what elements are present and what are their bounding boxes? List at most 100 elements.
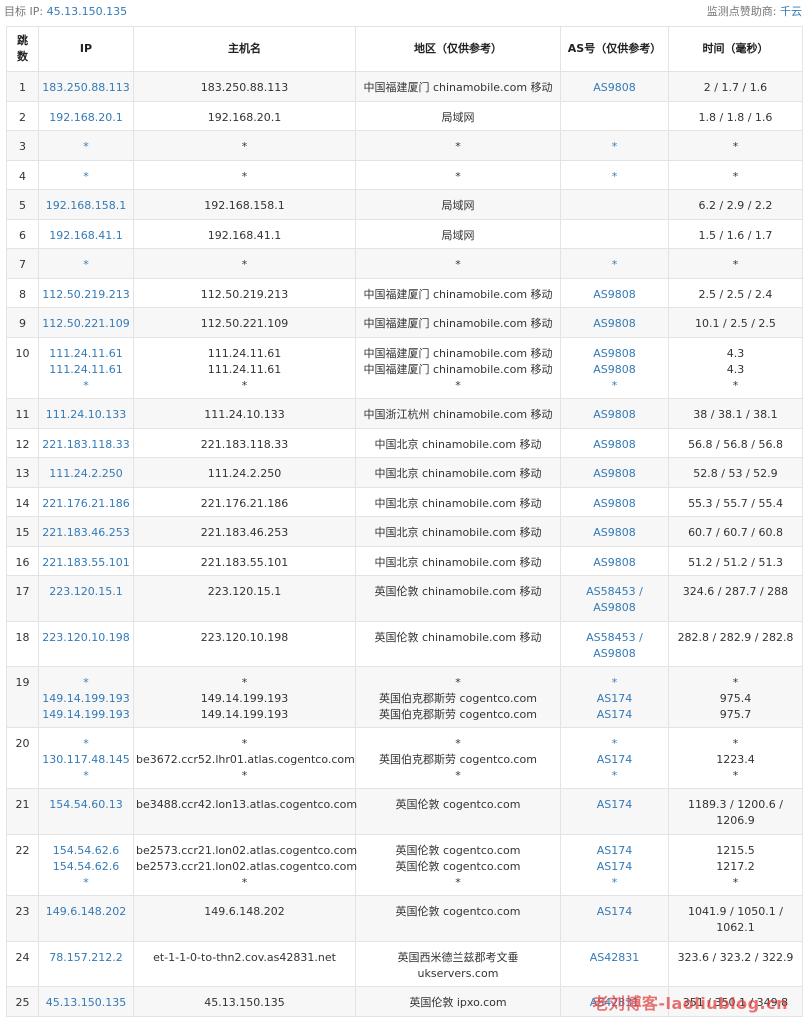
time-line: 51.2 / 51.2 / 51.3: [688, 556, 783, 569]
ip-line[interactable]: 183.250.88.113: [41, 80, 131, 96]
ip-line[interactable]: 149.6.148.202: [41, 904, 131, 920]
time-line: 1206.9: [716, 814, 755, 827]
ip-line[interactable]: 78.157.212.2: [41, 950, 131, 966]
asn-line[interactable]: AS9808: [563, 525, 666, 541]
asn-line[interactable]: AS174: [563, 843, 666, 859]
asn-line[interactable]: AS42831: [563, 950, 666, 966]
hostname-cell: 111.24.10.133: [133, 398, 356, 429]
hostname-cell: be3488.ccr42.lon13.atlas.cogentco.com: [133, 788, 357, 835]
asn-line[interactable]: AS174: [563, 797, 666, 813]
asn-line[interactable]: AS9808: [563, 600, 666, 616]
ip-line[interactable]: 192.168.158.1: [41, 198, 131, 214]
time-line: 1.5 / 1.6 / 1.7: [698, 229, 773, 242]
col-header-asn: AS号（仅供参考）: [560, 26, 669, 72]
ip-line[interactable]: 111.24.2.250: [41, 466, 131, 482]
ip-line[interactable]: 223.120.15.1: [41, 584, 131, 600]
ip-line[interactable]: 154.54.62.6: [41, 859, 131, 875]
asn-line: *: [611, 769, 618, 782]
asn-line[interactable]: AS9808: [563, 466, 666, 482]
hostname-line: 221.183.46.253: [200, 526, 289, 539]
asn-cell: AS9808: [560, 428, 669, 458]
asn-line[interactable]: AS174: [563, 691, 666, 707]
ip-line[interactable]: 154.54.60.13: [41, 797, 131, 813]
ip-line[interactable]: 221.183.55.101: [41, 555, 131, 571]
asn-line[interactable]: AS174: [563, 707, 666, 723]
ip-line: *: [83, 769, 89, 782]
hop-cell: 7: [6, 248, 39, 279]
ip-cell: 111.24.2.250: [38, 457, 134, 488]
time-line: 975.7: [719, 708, 752, 721]
ip-line[interactable]: 112.50.221.109: [41, 316, 131, 332]
asn-line[interactable]: AS174: [563, 904, 666, 920]
col-header-hostname: 主机名: [133, 26, 356, 72]
table-row: 19 * 149.14.199.193 149.14.199.193 * 149.14.1…: [6, 666, 803, 728]
ip-line[interactable]: 112.50.219.213: [41, 287, 131, 303]
time-line: 56.8 / 56.8 / 56.8: [688, 438, 783, 451]
asn-cell: AS58453 /AS9808: [560, 621, 669, 667]
ip-line[interactable]: 192.168.41.1: [41, 228, 131, 244]
ip-line: *: [83, 258, 89, 271]
ip-line[interactable]: 111.24.10.133: [41, 407, 131, 423]
asn-cell: *: [560, 248, 669, 279]
ip-line[interactable]: 149.14.199.193: [41, 707, 131, 723]
time-line: 1223.4: [716, 753, 755, 766]
asn-line[interactable]: AS9808: [563, 316, 666, 332]
time-cell: 1041.9 / 1050.1 / 1062.1: [668, 895, 803, 942]
time-cell: * 1223.4 *: [668, 727, 803, 789]
region-cell: 中国北京 chinamobile.com 移动: [355, 546, 561, 576]
table-row: 11 111.24.10.133 111.24.10.133 中国浙江杭州 china…: [6, 398, 803, 429]
ip-line[interactable]: 149.14.199.193: [41, 691, 131, 707]
hop-cell: 1: [6, 71, 39, 102]
region-cell: *: [355, 248, 561, 279]
time-line: 10.1 / 2.5 / 2.5: [695, 317, 776, 330]
ip-line[interactable]: 130.117.48.145: [41, 752, 131, 768]
ip-line[interactable]: 221.183.118.33: [41, 437, 131, 453]
region-line: 中国福建厦门 chinamobile.com 移动: [363, 363, 553, 376]
region-line: 英国伦敦 ipxo.com: [409, 996, 507, 1009]
ip-line[interactable]: 223.120.10.198: [41, 630, 131, 646]
table-row: 13 111.24.2.250 111.24.2.250 中国北京 chinamobi…: [6, 457, 803, 488]
hostname-cell: be2573.ccr21.lon02.atlas.cogentco.com be2…: [133, 834, 357, 896]
asn-line[interactable]: AS58453 /: [563, 630, 666, 646]
ip-line[interactable]: 192.168.20.1: [41, 110, 131, 126]
asn-line: *: [611, 876, 618, 889]
hop-cell: 5: [6, 189, 39, 220]
time-line: 1.8 / 1.8 / 1.6: [698, 111, 773, 124]
ip-line[interactable]: 221.176.21.186: [41, 496, 131, 512]
time-cell: *: [668, 248, 803, 279]
target-ip-value: 45.13.150.135: [46, 5, 128, 18]
ip-line[interactable]: 111.24.11.61: [41, 346, 131, 362]
ip-line[interactable]: 111.24.11.61: [41, 362, 131, 378]
asn-line[interactable]: AS174: [563, 752, 666, 768]
asn-line[interactable]: AS9808: [563, 646, 666, 662]
asn-line[interactable]: AS9808: [563, 80, 666, 96]
time-line: *: [732, 876, 739, 889]
asn-line[interactable]: AS9808: [563, 362, 666, 378]
asn-line[interactable]: AS9808: [563, 346, 666, 362]
region-line: 英国伦敦 cogentco.com: [395, 844, 521, 857]
hostname-cell: 183.250.88.113: [133, 71, 356, 102]
hostname-cell: 221.183.118.33: [133, 428, 356, 458]
ip-line[interactable]: 154.54.62.6: [41, 843, 131, 859]
time-cell: 56.8 / 56.8 / 56.8: [668, 428, 803, 458]
asn-line[interactable]: AS42831: [563, 995, 666, 1011]
hostname-line: *: [241, 258, 248, 271]
asn-line[interactable]: AS9808: [563, 407, 666, 423]
asn-line: [563, 198, 666, 214]
sponsor-link[interactable]: 千云: [780, 5, 802, 18]
time-line: 4.3: [726, 347, 745, 360]
asn-line[interactable]: AS58453 /: [563, 584, 666, 600]
hostname-line: 112.50.219.213: [200, 288, 289, 301]
asn-line[interactable]: AS9808: [563, 555, 666, 571]
asn-line[interactable]: AS174: [563, 859, 666, 875]
asn-line[interactable]: AS9808: [563, 437, 666, 453]
time-cell: 282.8 / 282.9 / 282.8: [668, 621, 803, 667]
hostname-line: 149.6.148.202: [204, 905, 285, 918]
region-cell: 中国北京 chinamobile.com 移动: [355, 516, 561, 547]
asn-line[interactable]: AS9808: [563, 496, 666, 512]
asn-line[interactable]: AS9808: [563, 287, 666, 303]
ip-line: *: [83, 379, 89, 392]
ip-line[interactable]: 221.183.46.253: [41, 525, 131, 541]
ip-line[interactable]: 45.13.150.135: [41, 995, 131, 1011]
ip-cell: 112.50.219.213: [38, 278, 134, 308]
